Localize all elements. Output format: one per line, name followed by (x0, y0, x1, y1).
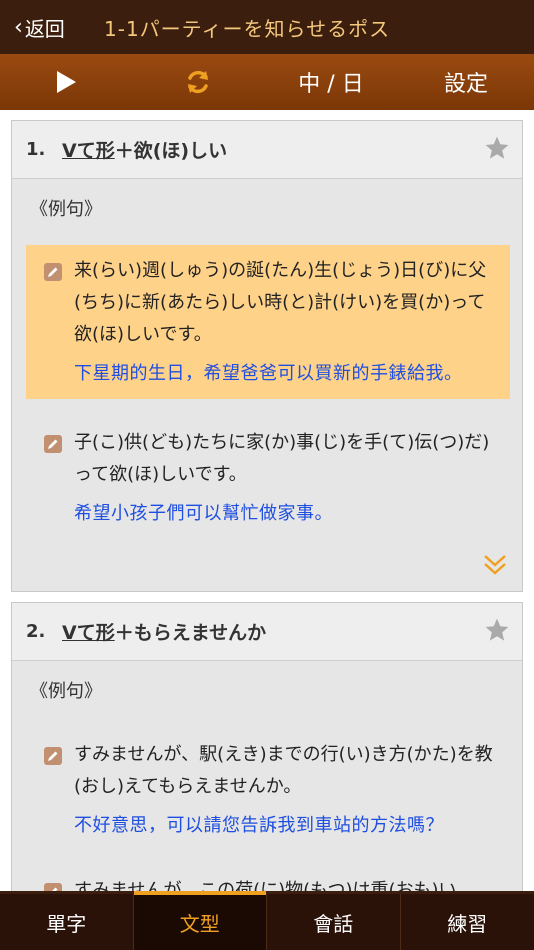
example-item[interactable]: すみませんが、駅(えき)までの行(い)き方(かた)を教(おし)えてもらえませんか… (26, 729, 510, 851)
tab-practice[interactable]: 練習 (401, 894, 534, 950)
card-number: 1. (26, 139, 46, 160)
pencil-icon (44, 263, 62, 285)
back-button[interactable]: ‹ 返回 (0, 0, 100, 54)
card-title: Vて形＋もらえませんか (62, 622, 267, 644)
example-japanese: すみませんが、この荷(に)物(もつ)は重(おも)い (74, 880, 457, 891)
refresh-button[interactable] (132, 54, 264, 110)
back-label: 返回 (24, 16, 65, 41)
card-header: 2. Vて形＋もらえませんか (12, 603, 522, 661)
star-icon[interactable] (484, 135, 510, 165)
play-icon (57, 71, 76, 93)
example-translation: 希望小孩子們可以幫忙做家事。 (74, 503, 333, 524)
pencil-icon (44, 883, 62, 891)
chevron-left-icon: ‹ (14, 14, 23, 40)
tab-vocabulary[interactable]: 單字 (0, 894, 134, 950)
example-item[interactable]: 来(らい)週(しゅう)の誕(たん)生(じょう)日(び)に父(ちち)に新(あたら)… (26, 245, 510, 399)
bottom-tab-bar: 單字 文型 會話 練習 (0, 891, 534, 950)
pencil-icon (44, 435, 62, 457)
example-japanese: すみませんが、駅(えき)までの行(い)き方(かた)を教(おし)えてもらえませんか… (74, 744, 493, 797)
section-label: 《例句》 (30, 199, 102, 220)
section-label: 《例句》 (30, 681, 102, 702)
settings-button[interactable]: 設定 (398, 54, 534, 110)
language-toggle-button[interactable]: 中 / 日 (264, 54, 398, 110)
example-translation: 不好意思，可以請您告訴我到車站的方法嗎？ (74, 815, 444, 836)
pencil-icon (44, 747, 62, 769)
grammar-list[interactable]: 1. Vて形＋欲(ほ)しい 《例句》 来(らい)週(しゅう)の誕(たん)生(じょ… (0, 110, 534, 891)
example-japanese: 来(らい)週(しゅう)の誕(たん)生(じょう)日(び)に父(ちち)に新(あたら)… (74, 260, 487, 345)
top-nav-bar: ‹ 返回 1-1パーティーを知らせるポス⁠ (0, 0, 534, 54)
card-number: 2. (26, 621, 46, 642)
tab-grammar[interactable]: 文型 (133, 891, 267, 950)
grammar-card-1: 1. Vて形＋欲(ほ)しい 《例句》 来(らい)週(しゅう)の誕(たん)生(じょ… (11, 120, 523, 592)
tab-conversation[interactable]: 會話 (267, 894, 401, 950)
example-item[interactable]: すみませんが、この荷(に)物(もつ)は重(おも)い (26, 865, 510, 891)
card-title: Vて形＋欲(ほ)しい (62, 140, 228, 162)
page-title: 1-1パーティーを知らせるポス⁠ (104, 16, 391, 41)
refresh-icon (188, 70, 208, 94)
card-header: 1. Vて形＋欲(ほ)しい (12, 121, 522, 179)
play-button[interactable] (0, 54, 132, 110)
expand-chevron-icon[interactable] (482, 551, 508, 581)
example-japanese: 子(こ)供(ども)たちに家(か)事(じ)を手(て)伝(つ)だ)って欲(ほ)しいで… (74, 432, 490, 485)
example-item[interactable]: 子(こ)供(ども)たちに家(か)事(じ)を手(て)伝(つ)だ)って欲(ほ)しいで… (26, 417, 510, 539)
example-translation: 下星期的生日，希望爸爸可以買新的手錶給我。 (74, 363, 463, 384)
star-icon[interactable] (484, 617, 510, 647)
toolbar: 中 / 日 設定 (0, 54, 534, 110)
grammar-card-2: 2. Vて形＋もらえませんか 《例句》 すみませんが、駅(えき)までの行(い)き… (11, 602, 523, 891)
